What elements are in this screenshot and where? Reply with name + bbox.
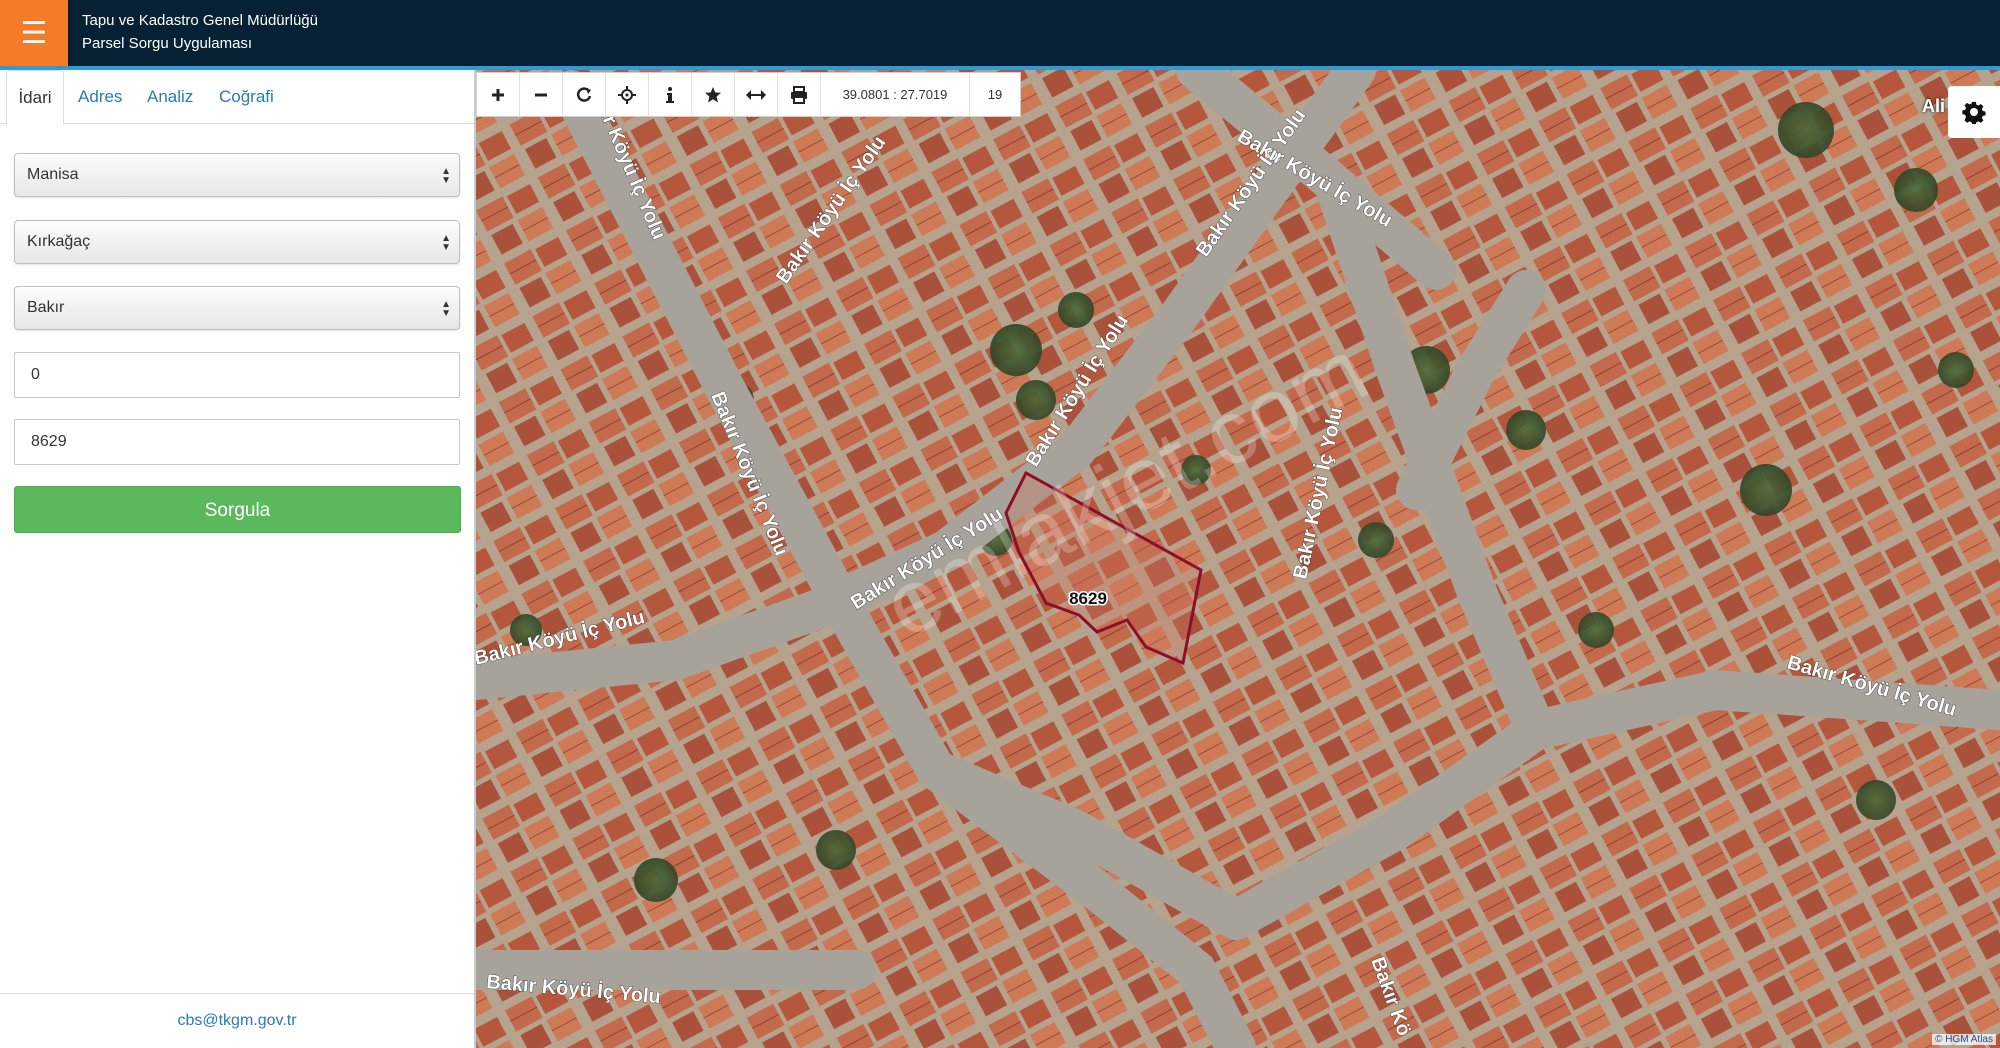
zoom-out-icon: [535, 93, 547, 96]
map-attribution: © HGM Atlas: [1932, 1034, 1996, 1045]
select-arrows-icon: ▲ ▼: [441, 233, 451, 253]
zoom-level-readout: 19: [987, 87, 1003, 102]
tab-idari[interactable]: İdari: [6, 70, 64, 125]
print-icon: [791, 85, 807, 104]
locate-button[interactable]: [606, 73, 649, 116]
favorite-button[interactable]: [692, 73, 735, 116]
neighborhood-select[interactable]: Bakır ▲ ▼: [14, 286, 460, 330]
info-button[interactable]: [649, 73, 692, 116]
province-value: Manisa: [27, 166, 79, 183]
map-canvas[interactable]: emlakjet.com Bakır Köyü İç Yolu Bakır Kö…: [476, 70, 2000, 1048]
zoom-in-icon: [492, 88, 504, 101]
district-value: Kırkağaç: [27, 233, 91, 250]
tab-adres[interactable]: Adres: [78, 70, 122, 123]
menu-button[interactable]: ☰: [0, 0, 68, 66]
coordinate-readout: 39.0801 : 27.7019: [821, 73, 970, 116]
settings-button[interactable]: [1948, 86, 2000, 138]
map-toolbar: 39.0801 : 27.7019 19: [476, 72, 1021, 117]
app-header: ☰ Tapu ve Kadastro Genel Müdürlüğü Parse…: [0, 0, 2000, 66]
app-title-line2: Parsel Sorgu Uygulaması: [82, 35, 253, 52]
locate-icon: [618, 85, 636, 104]
tab-analiz[interactable]: Analiz: [147, 70, 193, 123]
tab-cografi[interactable]: Coğrafi: [219, 70, 274, 123]
favorite-icon: [705, 86, 721, 102]
print-button[interactable]: [778, 73, 821, 116]
satellite-map: emlakjet.com Bakır Köyü İç Yolu Bakır Kö…: [476, 70, 2000, 1048]
measure-icon: [746, 89, 766, 100]
measure-button[interactable]: [735, 73, 778, 116]
parcel-label: 8629: [1069, 589, 1107, 608]
zoom-in-button[interactable]: [477, 73, 520, 116]
district-select[interactable]: Kırkağaç ▲ ▼: [14, 220, 460, 264]
select-arrows-icon: ▲ ▼: [441, 166, 451, 186]
map-corner-label: Ali: [1922, 96, 1946, 116]
contact-email-link[interactable]: cbs@tkgm.gov.tr: [177, 1012, 296, 1029]
app-title-line1: Tapu ve Kadastro Genel Müdürlüğü: [82, 12, 318, 29]
hamburger-icon: ☰: [20, 16, 48, 50]
gear-icon: [1962, 101, 1986, 124]
block-no-value: 0: [31, 366, 40, 383]
parcel-no-value: 8629: [31, 433, 67, 450]
app-title: Tapu ve Kadastro Genel Müdürlüğü Parsel …: [82, 9, 318, 55]
province-select[interactable]: Manisa ▲ ▼: [14, 153, 460, 197]
zoom-out-button[interactable]: [520, 73, 563, 116]
parcel-no-input[interactable]: 8629: [14, 419, 460, 465]
refresh-icon: [576, 86, 592, 102]
tab-bar: İdari Adres Analiz Coğrafi: [0, 70, 474, 125]
query-sidebar: İdari Adres Analiz Coğrafi Manisa ▲ ▼ Kır…: [0, 70, 476, 1048]
contact-footer: cbs@tkgm.gov.tr: [0, 993, 474, 1048]
block-no-input[interactable]: 0: [14, 352, 460, 398]
neighborhood-value: Bakır: [27, 299, 65, 316]
query-button[interactable]: Sorgula: [14, 486, 461, 533]
refresh-button[interactable]: [563, 73, 606, 116]
info-icon: [666, 86, 674, 103]
select-arrows-icon: ▲ ▼: [441, 299, 451, 319]
